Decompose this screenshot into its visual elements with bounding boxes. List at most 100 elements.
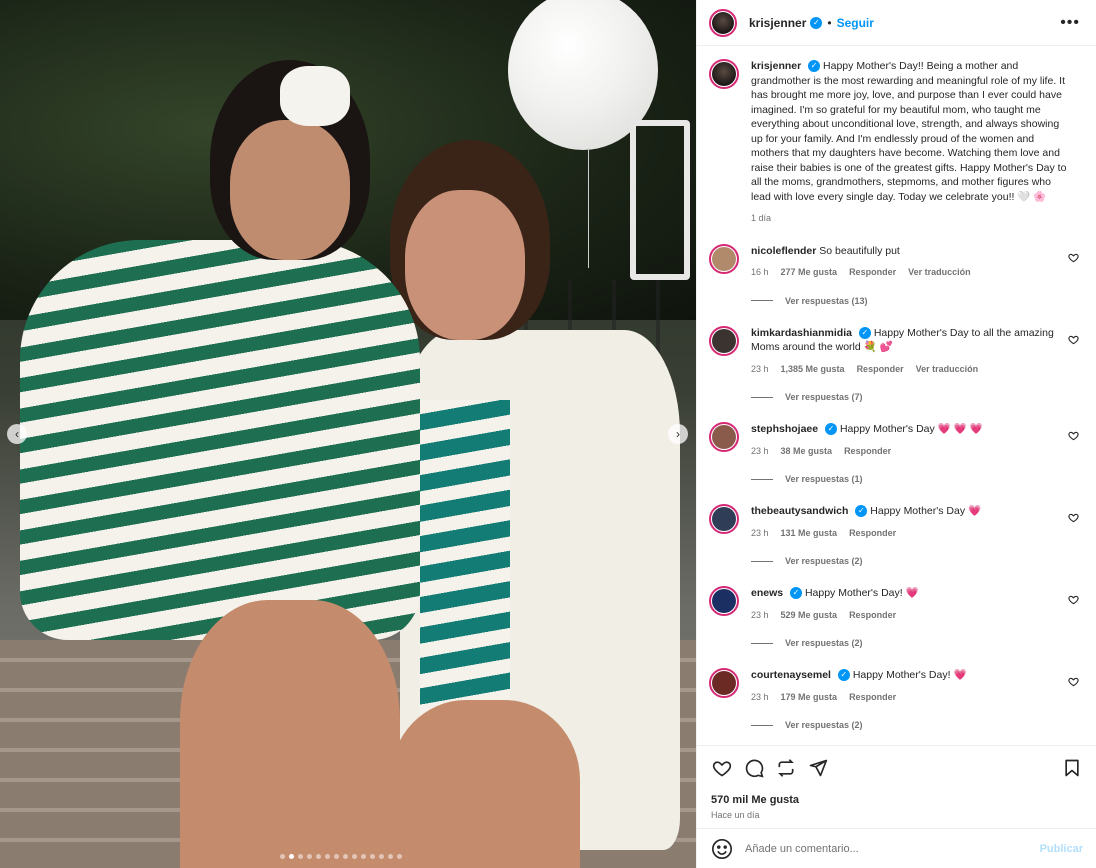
comment-item: thebeautysandwich ✓ Happy Mother's Day 💗…	[709, 504, 1081, 566]
commenter-avatar[interactable]	[709, 668, 739, 698]
caption-time: 1 día	[751, 213, 772, 223]
verified-badge-icon: ✓	[837, 669, 850, 682]
caption-username[interactable]: krisjenner	[751, 60, 801, 72]
carousel-next-button[interactable]: ›	[668, 424, 688, 444]
carousel-dot	[307, 854, 312, 859]
comment-heart-icon[interactable]	[1068, 512, 1079, 526]
bookmark-icon[interactable]	[1061, 757, 1083, 779]
comment-time: 23 h	[751, 445, 769, 456]
view-replies-button[interactable]: Ver respuestas (2)	[751, 720, 1081, 730]
reply-button[interactable]: Responder	[849, 265, 896, 280]
author-avatar[interactable]	[709, 8, 737, 37]
comment-time: 23 h	[751, 609, 769, 620]
comment-heart-icon[interactable]	[1068, 594, 1079, 608]
more-horizontal-icon[interactable]: •••	[1060, 14, 1080, 32]
commenter-username[interactable]: stephshojaee	[751, 423, 818, 435]
carousel-dot	[343, 854, 348, 859]
caption-text: Happy Mother's Day!! Being a mother and …	[751, 60, 1067, 203]
commenter-avatar[interactable]	[709, 504, 739, 534]
separator: •	[827, 15, 832, 30]
follow-button[interactable]: Seguir	[837, 16, 874, 30]
photo-person-left	[20, 40, 420, 868]
post-photo[interactable]: ‹ ›	[0, 0, 696, 868]
comment-likes[interactable]: 277 Me gusta	[781, 265, 838, 280]
view-replies-button[interactable]: Ver respuestas (13)	[751, 296, 1081, 306]
translate-button[interactable]: Ver traducción	[908, 265, 971, 280]
commenter-avatar[interactable]	[709, 325, 739, 356]
comment-text: Happy Mother's Day! 💗	[852, 669, 967, 681]
carousel-dot	[289, 854, 294, 859]
carousel-dot	[325, 854, 330, 859]
reply-button[interactable]: Responder	[857, 362, 904, 377]
verified-badge-icon: ✓	[808, 60, 821, 73]
heart-icon[interactable]	[711, 757, 733, 779]
commenter-avatar[interactable]	[709, 243, 739, 274]
comment-heart-icon[interactable]	[1068, 252, 1079, 266]
comment-likes[interactable]: 38 Me gusta	[781, 444, 833, 459]
comment-item: nicoleflender So beautifully put 16 h 27…	[709, 243, 1081, 306]
carousel-dot	[361, 854, 366, 859]
reply-button[interactable]: Responder	[844, 444, 891, 459]
replies-label: Ver respuestas (13)	[785, 295, 868, 306]
likes-count[interactable]: 570 mil Me gusta	[711, 794, 1083, 806]
comment-input[interactable]	[745, 842, 1040, 855]
comment-time: 16 h	[751, 267, 769, 277]
post-caption: krisjenner ✓ Happy Mother's Day!! Being …	[709, 59, 1081, 226]
comment-time: 23 h	[751, 527, 769, 538]
emoji-icon[interactable]	[711, 838, 733, 860]
commenter-username[interactable]: kimkardashianmidia	[751, 327, 852, 339]
comment-item: courtenaysemel ✓ Happy Mother's Day! 💗 2…	[709, 668, 1081, 730]
comment-time: 23 h	[751, 363, 769, 374]
post-panel: krisjenner ✓ • Seguir ••• krisjenner ✓ H…	[696, 0, 1096, 868]
comment-likes[interactable]: 179 Me gusta	[781, 690, 838, 705]
chevron-left-icon: ‹	[15, 427, 19, 441]
commenter-avatar[interactable]	[709, 586, 739, 616]
view-replies-button[interactable]: Ver respuestas (1)	[751, 474, 1081, 484]
comment-icon[interactable]	[743, 757, 765, 779]
verified-badge-icon: ✓	[825, 423, 838, 436]
reply-button[interactable]: Responder	[849, 526, 896, 541]
carousel-dot	[298, 854, 303, 859]
carousel-dots	[280, 854, 402, 859]
carousel-prev-button[interactable]: ‹	[7, 424, 27, 444]
author-username[interactable]: krisjenner	[749, 16, 806, 30]
author-avatar[interactable]	[709, 59, 739, 89]
comment-time: 23 h	[751, 691, 769, 702]
comment-heart-icon[interactable]	[1068, 676, 1079, 690]
publish-button[interactable]: Publicar	[1040, 843, 1083, 855]
replies-label: Ver respuestas (7)	[785, 392, 863, 402]
comment-heart-icon[interactable]	[1068, 334, 1079, 348]
commenter-username[interactable]: enews	[751, 587, 783, 599]
view-replies-button[interactable]: Ver respuestas (2)	[751, 638, 1081, 648]
send-icon[interactable]	[807, 757, 829, 779]
carousel-dot	[397, 854, 402, 859]
post-time: Hace un día	[711, 810, 760, 820]
verified-badge-icon: ✓	[810, 16, 823, 29]
comment-likes[interactable]: 131 Me gusta	[781, 526, 838, 541]
commenter-username[interactable]: nicoleflender	[751, 245, 816, 257]
commenter-username[interactable]: thebeautysandwich	[751, 505, 848, 517]
comment-composer: Publicar	[697, 828, 1096, 868]
comment-heart-icon[interactable]	[1068, 430, 1079, 444]
replies-label: Ver respuestas (2)	[785, 638, 863, 648]
verified-badge-icon: ✓	[790, 587, 803, 600]
commenter-username[interactable]: courtenaysemel	[751, 669, 831, 681]
repost-icon[interactable]	[775, 757, 797, 779]
translate-button[interactable]: Ver traducción	[916, 362, 979, 377]
comment-likes[interactable]: 529 Me gusta	[781, 608, 838, 623]
commenter-avatar[interactable]	[709, 422, 739, 452]
comment-item: kimkardashianmidia ✓ Happy Mother's Day …	[709, 325, 1081, 402]
carousel-dot	[370, 854, 375, 859]
reply-button[interactable]: Responder	[849, 690, 896, 705]
view-replies-button[interactable]: Ver respuestas (2)	[751, 556, 1081, 566]
carousel-dot	[316, 854, 321, 859]
comments-list[interactable]: krisjenner ✓ Happy Mother's Day!! Being …	[697, 47, 1096, 745]
comment-likes[interactable]: 1,385 Me gusta	[781, 362, 845, 377]
verified-badge-icon: ✓	[855, 505, 868, 518]
reply-button[interactable]: Responder	[849, 608, 896, 623]
carousel-dot	[334, 854, 339, 859]
view-replies-button[interactable]: Ver respuestas (7)	[751, 392, 1081, 402]
carousel-dot	[379, 854, 384, 859]
post-header: krisjenner ✓ • Seguir •••	[697, 0, 1096, 46]
carousel-dot	[388, 854, 393, 859]
